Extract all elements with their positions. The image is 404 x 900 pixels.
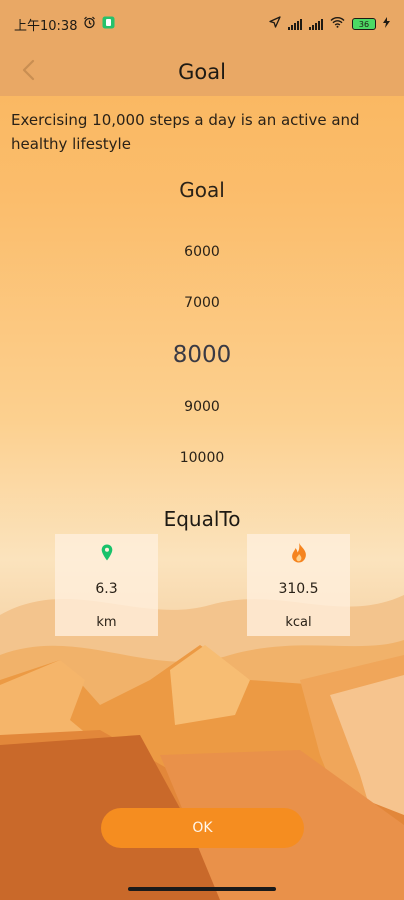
signal-icon-2 [309, 18, 323, 30]
status-time: 上午10:38 [14, 18, 78, 34]
flame-icon [291, 541, 307, 563]
status-right: 36 [269, 16, 390, 32]
signal-icon [288, 18, 302, 30]
distance-card: 6.3 km [55, 534, 158, 636]
intro-text: Exercising 10,000 steps a day is an acti… [11, 111, 360, 153]
app-notification-icon [102, 16, 115, 33]
status-left: 上午10:38 [14, 15, 115, 34]
goal-label: Goal [179, 178, 225, 202]
goal-option-7000[interactable]: 7000 [0, 278, 404, 330]
app-header: Goal [0, 48, 404, 96]
back-button[interactable] [12, 56, 44, 88]
goal-picker[interactable]: 6000 7000 8000 9000 10000 [0, 226, 404, 484]
battery-icon: 36 [352, 18, 376, 30]
ok-button[interactable]: OK [101, 808, 304, 848]
location-pin-icon [101, 541, 113, 563]
goal-option-10000[interactable]: 10000 [0, 432, 404, 484]
distance-value: 6.3 [95, 581, 118, 597]
chevron-left-icon [21, 59, 35, 85]
charging-icon [383, 16, 390, 32]
distance-unit: km [96, 615, 117, 630]
goal-option-selected[interactable]: 8000 [0, 329, 404, 381]
wifi-icon [330, 16, 345, 32]
goal-option-6000[interactable]: 6000 [0, 226, 404, 278]
alarm-icon [83, 16, 96, 33]
calories-value: 310.5 [278, 581, 319, 597]
calories-card: 310.5 kcal [247, 534, 350, 636]
goal-option-9000[interactable]: 9000 [0, 381, 404, 433]
home-indicator[interactable] [128, 887, 276, 891]
equal-to-label: EqualTo [163, 507, 241, 531]
status-bar: 上午10:38 36 [0, 0, 404, 48]
page-title: Goal [178, 60, 226, 84]
calories-unit: kcal [285, 615, 312, 630]
location-arrow-icon [269, 16, 281, 32]
